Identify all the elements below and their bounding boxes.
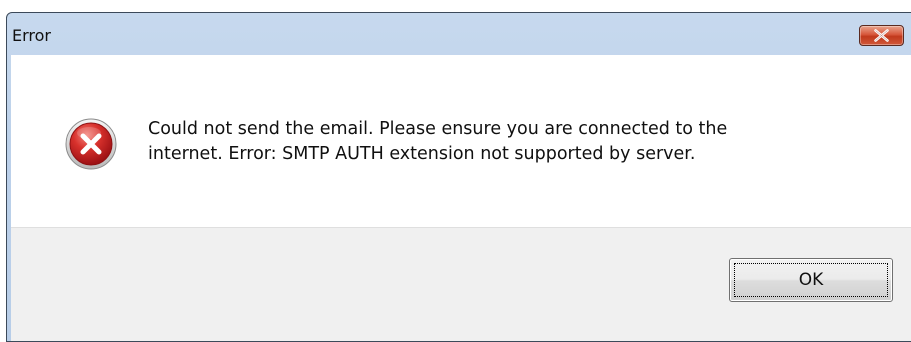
dialog-client-area: Could not send the email. Please ensure … — [11, 55, 911, 341]
close-icon — [874, 29, 889, 42]
error-message: Could not send the email. Please ensure … — [148, 119, 728, 164]
error-icon — [65, 118, 117, 170]
button-bar: OK — [11, 227, 911, 341]
window-title: Error — [12, 26, 51, 45]
error-dialog: Error Could not send the email. Please e… — [6, 12, 911, 342]
ok-button-label: OK — [734, 263, 888, 297]
title-bar[interactable]: Error — [7, 13, 911, 55]
message-area: Could not send the email. Please ensure … — [11, 55, 911, 227]
ok-button[interactable]: OK — [729, 258, 893, 302]
close-button[interactable] — [859, 25, 904, 46]
